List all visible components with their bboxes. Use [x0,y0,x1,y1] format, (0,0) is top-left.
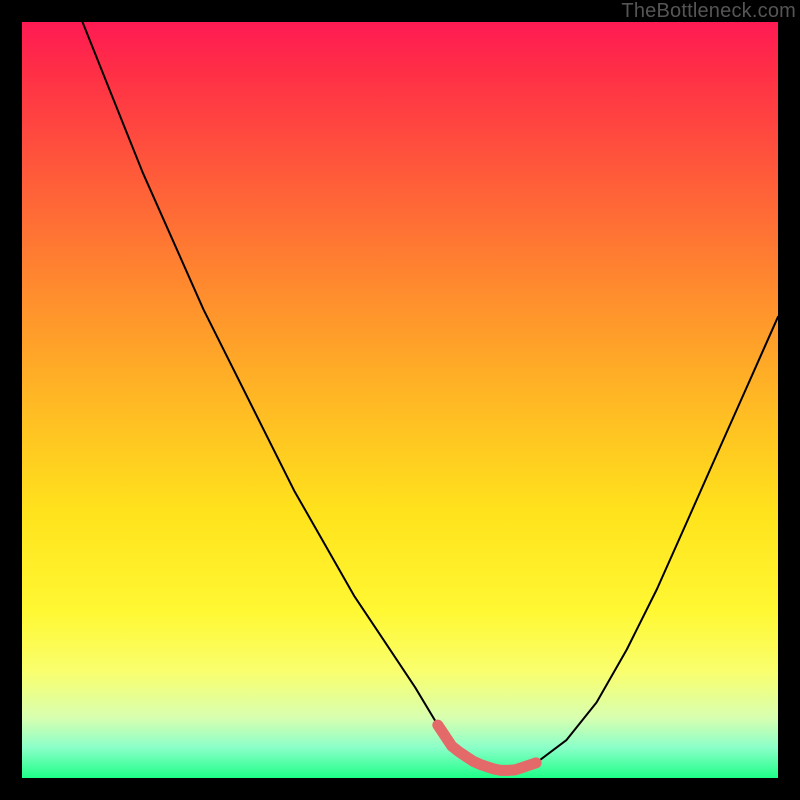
optimal-range-path [438,725,536,770]
bottleneck-curve [83,22,779,770]
optimal-range-marker [438,725,536,770]
chart-frame: TheBottleneck.com [0,0,800,800]
bottleneck-curve-path [83,22,779,770]
curve-svg [0,0,800,800]
